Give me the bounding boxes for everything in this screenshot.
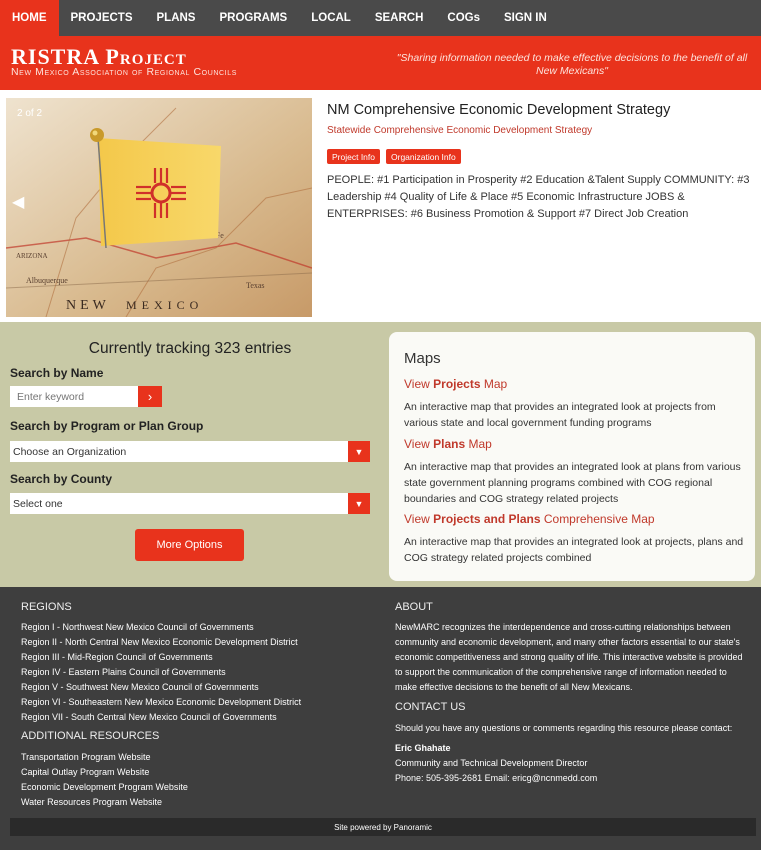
featured-subtitle[interactable]: Statewide Comprehensive Economic Develop… <box>327 125 592 136</box>
slider-prev-arrow-icon[interactable]: ◀ <box>12 192 24 212</box>
site-footer: REGIONS Region I - Northwest New Mexico … <box>0 587 761 850</box>
nav-sign-in[interactable]: SIGN IN <box>492 0 559 36</box>
region-link[interactable]: Region IV - Eastern Plains Council of Go… <box>21 667 226 677</box>
search-section: Currently tracking 323 entries Search by… <box>0 322 761 587</box>
nav-home[interactable]: HOME <box>0 0 59 36</box>
resource-link[interactable]: Capital Outlay Program Website <box>21 767 149 777</box>
organization-info-button[interactable]: Organization Info <box>386 149 461 164</box>
maps-panel: Maps View Projects Map An interactive ma… <box>389 332 755 581</box>
search-by-name-label: Search by Name <box>10 366 104 380</box>
keyword-input[interactable] <box>10 386 138 407</box>
resource-link[interactable]: Economic Development Program Website <box>21 782 188 792</box>
pin-head <box>90 128 104 142</box>
county-select[interactable]: Select one ▼ <box>10 493 370 514</box>
resource-link[interactable]: Water Resources Program Website <box>21 797 162 807</box>
region-link[interactable]: Region V - Southwest New Mexico Council … <box>21 682 259 692</box>
about-text: NewMARC recognizes the interdependence a… <box>395 622 743 692</box>
contact-name: Eric Ghahate <box>395 743 451 753</box>
chevron-down-icon: ▼ <box>348 493 370 514</box>
new-mexico-map-image: Albuquerque Santa Fe ARIZONA Texas NEW M… <box>6 98 312 317</box>
maps-heading: Maps <box>404 350 441 367</box>
top-nav: HOME PROJECTS PLANS PROGRAMS LOCAL SEARC… <box>0 0 761 36</box>
nm-flag <box>98 138 221 246</box>
comprehensive-map-description: An interactive map that provides an inte… <box>404 536 744 564</box>
project-info-button[interactable]: Project Info <box>327 149 380 164</box>
plans-map-description: An interactive map that provides an inte… <box>404 461 741 505</box>
chevron-right-icon: › <box>147 389 153 404</box>
projects-map-description: An interactive map that provides an inte… <box>404 401 716 429</box>
program-select-value: Choose an Organization <box>13 445 127 458</box>
contact-title: Community and Technical Development Dire… <box>395 758 588 768</box>
nav-cogs[interactable]: COGs <box>435 0 492 36</box>
nav-programs[interactable]: PROGRAMS <box>207 0 299 36</box>
featured-title[interactable]: NM Comprehensive Economic Development St… <box>327 102 670 118</box>
region-link[interactable]: Region VII - South Central New Mexico Co… <box>21 712 277 722</box>
region-link[interactable]: Region II - North Central New Mexico Eco… <box>21 637 298 647</box>
tracking-count: Currently tracking 323 entries <box>88 340 292 357</box>
regions-heading: REGIONS <box>21 601 72 613</box>
view-comprehensive-map-link[interactable]: View Projects and Plans Comprehensive Ma… <box>404 512 655 526</box>
search-by-program-label: Search by Program or Plan Group <box>10 419 204 433</box>
additional-resources-heading: ADDITIONAL RESOURCES <box>21 730 160 742</box>
chevron-down-icon: ▼ <box>348 441 370 462</box>
nav-local[interactable]: LOCAL <box>299 0 363 36</box>
nav-plans[interactable]: PLANS <box>145 0 208 36</box>
site-subtitle: New Mexico Association of Regional Counc… <box>11 66 237 78</box>
search-by-county-label: Search by County <box>10 472 113 486</box>
contact-heading: CONTACT US <box>395 701 466 713</box>
site-tagline: "Sharing information needed to make effe… <box>396 52 748 77</box>
keyword-search-button[interactable]: › <box>138 386 162 407</box>
slide-counter: 2 of 2 <box>17 108 43 119</box>
map-word-new: NEW <box>66 298 110 313</box>
featured-image-slider[interactable]: Albuquerque Santa Fe ARIZONA Texas NEW M… <box>6 98 312 317</box>
map-word-arizona: ARIZONA <box>16 252 48 260</box>
resource-link[interactable]: Transportation Program Website <box>21 752 151 762</box>
region-link[interactable]: Region I - Northwest New Mexico Council … <box>21 622 254 632</box>
region-link[interactable]: Region VI - Southeastern New Mexico Econ… <box>21 697 301 707</box>
more-options-button[interactable]: More Options <box>135 529 244 561</box>
powered-by-bar[interactable]: Site powered by Panoramic <box>10 818 756 836</box>
about-heading: ABOUT <box>395 601 433 613</box>
map-word-texas: Texas <box>246 281 265 290</box>
county-select-value: Select one <box>13 497 63 510</box>
nav-projects[interactable]: PROJECTS <box>59 0 145 36</box>
contact-intro: Should you have any questions or comment… <box>395 723 733 733</box>
map-word-albuquerque: Albuquerque <box>26 276 68 285</box>
nav-search[interactable]: SEARCH <box>363 0 436 36</box>
program-select[interactable]: Choose an Organization ▼ <box>10 441 370 462</box>
region-link[interactable]: Region III - Mid-Region Council of Gover… <box>21 652 213 662</box>
map-word-mexico: MEXICO <box>126 298 203 312</box>
featured-description: PEOPLE: #1 Participation in Prosperity #… <box>327 174 750 220</box>
view-projects-map-link[interactable]: View Projects Map <box>404 377 507 391</box>
featured-entry: Albuquerque Santa Fe ARIZONA Texas NEW M… <box>0 90 761 322</box>
site-header: RISTRA Project New Mexico Association of… <box>0 36 761 90</box>
view-plans-map-link[interactable]: View Plans Map <box>404 437 492 451</box>
contact-phone-email[interactable]: Phone: 505-395-2681 Email: ericg@ncnmedd… <box>395 771 751 786</box>
